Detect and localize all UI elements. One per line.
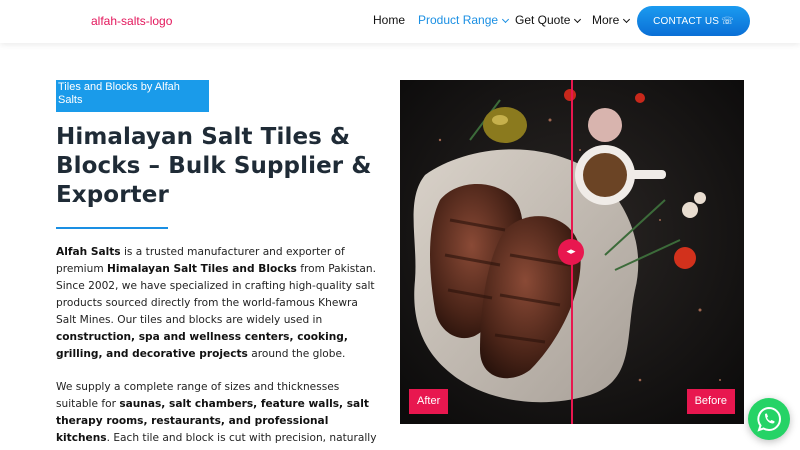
intro-text-6: around the globe. [247, 348, 346, 360]
page-title: Himalayan Salt Tiles & Blocks – Bulk Sup… [56, 124, 372, 208]
contact-us-button[interactable]: CONTACT US ☏ [637, 6, 750, 36]
nav-more-label: More [592, 13, 620, 27]
whatsapp-button[interactable] [748, 398, 790, 440]
whatsapp-icon [757, 406, 781, 432]
contact-us-label: CONTACT US [653, 15, 720, 27]
nav-get-quote-label: Get Quote [515, 13, 571, 27]
chevron-down-icon [502, 15, 510, 24]
drag-handle-icon[interactable]: ◂▸ [558, 239, 584, 265]
nav-home-label: Home [373, 13, 406, 27]
chevron-down-icon [623, 15, 631, 24]
intro-text-1: Alfah Salts [56, 246, 121, 258]
section-eyebrow: Tiles and Blocks by Alfah Salts [56, 80, 209, 112]
intro-paragraph: Alfah Salts is a trusted manufacturer an… [56, 244, 381, 363]
after-label: After [409, 389, 449, 414]
phone-icon: ☏ [721, 15, 734, 27]
site-logo[interactable]: alfah-salts-logo [91, 14, 172, 28]
intro-text-3: Himalayan Salt Tiles and Blocks [107, 263, 297, 275]
site-header: alfah-salts-logo Home Product Range Get … [0, 0, 800, 43]
nav-home[interactable]: Home [373, 13, 405, 27]
title-divider [56, 227, 168, 229]
before-label: Before [686, 389, 735, 414]
supply-paragraph: We supply a complete range of sizes and … [56, 379, 381, 450]
nav-get-quote[interactable]: Get Quote [515, 13, 582, 27]
chevron-down-icon [574, 15, 582, 24]
nav-product-range[interactable]: Product Range [418, 13, 510, 27]
nav-product-range-label: Product Range [418, 13, 499, 27]
before-after-slider[interactable]: ◂▸ After Before [400, 80, 744, 424]
nav-more[interactable]: More [592, 13, 631, 27]
